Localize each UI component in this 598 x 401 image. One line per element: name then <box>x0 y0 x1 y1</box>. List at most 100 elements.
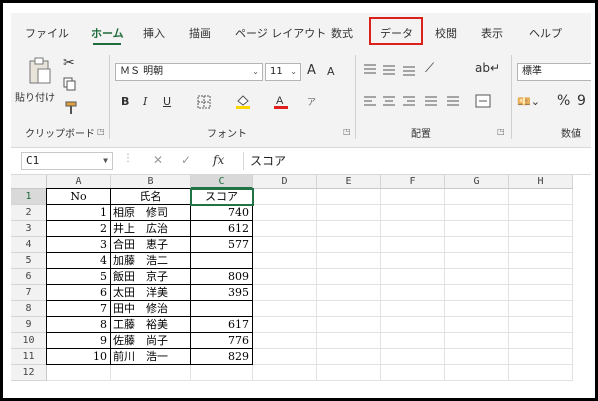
cell-e12[interactable] <box>317 365 381 381</box>
grow-font-button[interactable]: A <box>307 63 316 78</box>
cell-f11[interactable] <box>381 349 445 365</box>
row-header-7[interactable]: 7 <box>11 285 47 301</box>
cancel-icon[interactable]: ✕ <box>153 153 163 167</box>
cell-e8[interactable] <box>317 301 381 317</box>
clipboard-launcher-icon[interactable]: ◳ <box>97 127 105 136</box>
cell-d4[interactable] <box>253 237 317 253</box>
tab-view[interactable]: 表示 <box>481 25 503 41</box>
cell-f5[interactable] <box>381 253 445 269</box>
cell-f6[interactable] <box>381 269 445 285</box>
tab-home[interactable]: ホーム <box>91 25 124 41</box>
font-launcher-icon[interactable]: ◳ <box>343 127 351 136</box>
cell-no[interactable]: 2 <box>47 221 111 237</box>
cell-a12[interactable] <box>47 365 111 381</box>
cell-d7[interactable] <box>253 285 317 301</box>
underline-button[interactable]: U <box>163 95 171 108</box>
cell-d2[interactable] <box>253 205 317 221</box>
cell-g9[interactable] <box>445 317 509 333</box>
comma-style-icon[interactable]: 9 <box>577 93 586 109</box>
enter-icon[interactable]: ✓ <box>181 153 191 167</box>
cell-h11[interactable] <box>509 349 573 365</box>
row-header-5[interactable]: 5 <box>11 253 47 269</box>
header-cell-no[interactable]: No <box>47 189 111 205</box>
cell-b12[interactable] <box>111 365 191 381</box>
cell-h6[interactable] <box>509 269 573 285</box>
cell-d10[interactable] <box>253 333 317 349</box>
cell-score[interactable]: 577 <box>191 237 253 253</box>
select-all-corner[interactable] <box>11 175 47 189</box>
column-header-d[interactable]: D <box>253 175 317 189</box>
cut-icon[interactable]: ✂ <box>63 55 75 71</box>
cell-g8[interactable] <box>445 301 509 317</box>
format-painter-icon[interactable] <box>65 101 79 115</box>
cell-name[interactable]: 前川 浩一 <box>111 349 191 365</box>
cell-name[interactable]: 合田 恵子 <box>111 237 191 253</box>
number-format-select[interactable]: 標準 <box>517 63 591 81</box>
cell-f12[interactable] <box>381 365 445 381</box>
copy-icon[interactable] <box>63 77 77 91</box>
formula-input[interactable]: スコア <box>243 152 591 170</box>
row-header-8[interactable]: 8 <box>11 301 47 317</box>
orientation-icon[interactable]: ⟋ <box>425 61 434 76</box>
header-cell-name[interactable]: 氏名 <box>111 189 191 205</box>
tab-page-layout[interactable]: ページ レイアウト <box>235 25 326 41</box>
font-size-select[interactable]: 11 ⌄ <box>265 63 301 81</box>
cell-f2[interactable] <box>381 205 445 221</box>
cell-h2[interactable] <box>509 205 573 221</box>
cell-e6[interactable] <box>317 269 381 285</box>
cell-e7[interactable] <box>317 285 381 301</box>
cell-g12[interactable] <box>445 365 509 381</box>
wrap-text-icon[interactable]: ab↵ <box>475 61 500 75</box>
tab-formulas[interactable]: 数式 <box>331 25 353 41</box>
column-header-e[interactable]: E <box>317 175 381 189</box>
row-header-12[interactable]: 12 <box>11 365 47 381</box>
cell-h7[interactable] <box>509 285 573 301</box>
cell-g5[interactable] <box>445 253 509 269</box>
name-box[interactable]: C1 ▼ <box>21 152 113 170</box>
cell-e1[interactable] <box>317 189 381 205</box>
shrink-font-button[interactable]: A <box>327 65 335 78</box>
cell-score[interactable] <box>191 301 253 317</box>
cell-h4[interactable] <box>509 237 573 253</box>
cell-name[interactable]: 田中 修治 <box>111 301 191 317</box>
insert-function-icon[interactable]: fx <box>213 153 224 167</box>
column-header-f[interactable]: F <box>381 175 445 189</box>
tab-review[interactable]: 校閲 <box>435 25 457 41</box>
cell-g10[interactable] <box>445 333 509 349</box>
cell-no[interactable]: 9 <box>47 333 111 349</box>
cell-no[interactable]: 10 <box>47 349 111 365</box>
row-header-4[interactable]: 4 <box>11 237 47 253</box>
cell-d11[interactable] <box>253 349 317 365</box>
cell-score[interactable]: 809 <box>191 269 253 285</box>
cell-e2[interactable] <box>317 205 381 221</box>
cell-no[interactable]: 5 <box>47 269 111 285</box>
cell-g4[interactable] <box>445 237 509 253</box>
row-header-1[interactable]: 1 <box>11 189 47 205</box>
cell-e11[interactable] <box>317 349 381 365</box>
header-cell-score[interactable]: スコア <box>191 189 253 205</box>
cell-h3[interactable] <box>509 221 573 237</box>
cell-d9[interactable] <box>253 317 317 333</box>
cell-d1[interactable] <box>253 189 317 205</box>
row-header-6[interactable]: 6 <box>11 269 47 285</box>
font-name-select[interactable]: ＭＳ 明朝 ⌄ <box>115 63 263 81</box>
cell-no[interactable]: 1 <box>47 205 111 221</box>
cell-d3[interactable] <box>253 221 317 237</box>
cell-e10[interactable] <box>317 333 381 349</box>
cell-h12[interactable] <box>509 365 573 381</box>
cell-name[interactable]: 飯田 京子 <box>111 269 191 285</box>
cell-g2[interactable] <box>445 205 509 221</box>
merge-icon[interactable] <box>475 93 497 109</box>
cell-g1[interactable] <box>445 189 509 205</box>
currency-icon[interactable]: 💴⌄ <box>517 95 540 108</box>
tab-help[interactable]: ヘルプ <box>529 25 562 41</box>
cell-no[interactable]: 7 <box>47 301 111 317</box>
column-header-h[interactable]: H <box>509 175 573 189</box>
row-header-11[interactable]: 11 <box>11 349 47 365</box>
borders-icon[interactable] <box>197 95 213 109</box>
horizontal-align-icons[interactable] <box>363 95 463 109</box>
tab-file[interactable]: ファイル <box>25 25 69 41</box>
paste-button-label[interactable]: 貼り付け <box>15 89 55 104</box>
cell-score[interactable]: 776 <box>191 333 253 349</box>
cell-name[interactable]: 太田 洋美 <box>111 285 191 301</box>
